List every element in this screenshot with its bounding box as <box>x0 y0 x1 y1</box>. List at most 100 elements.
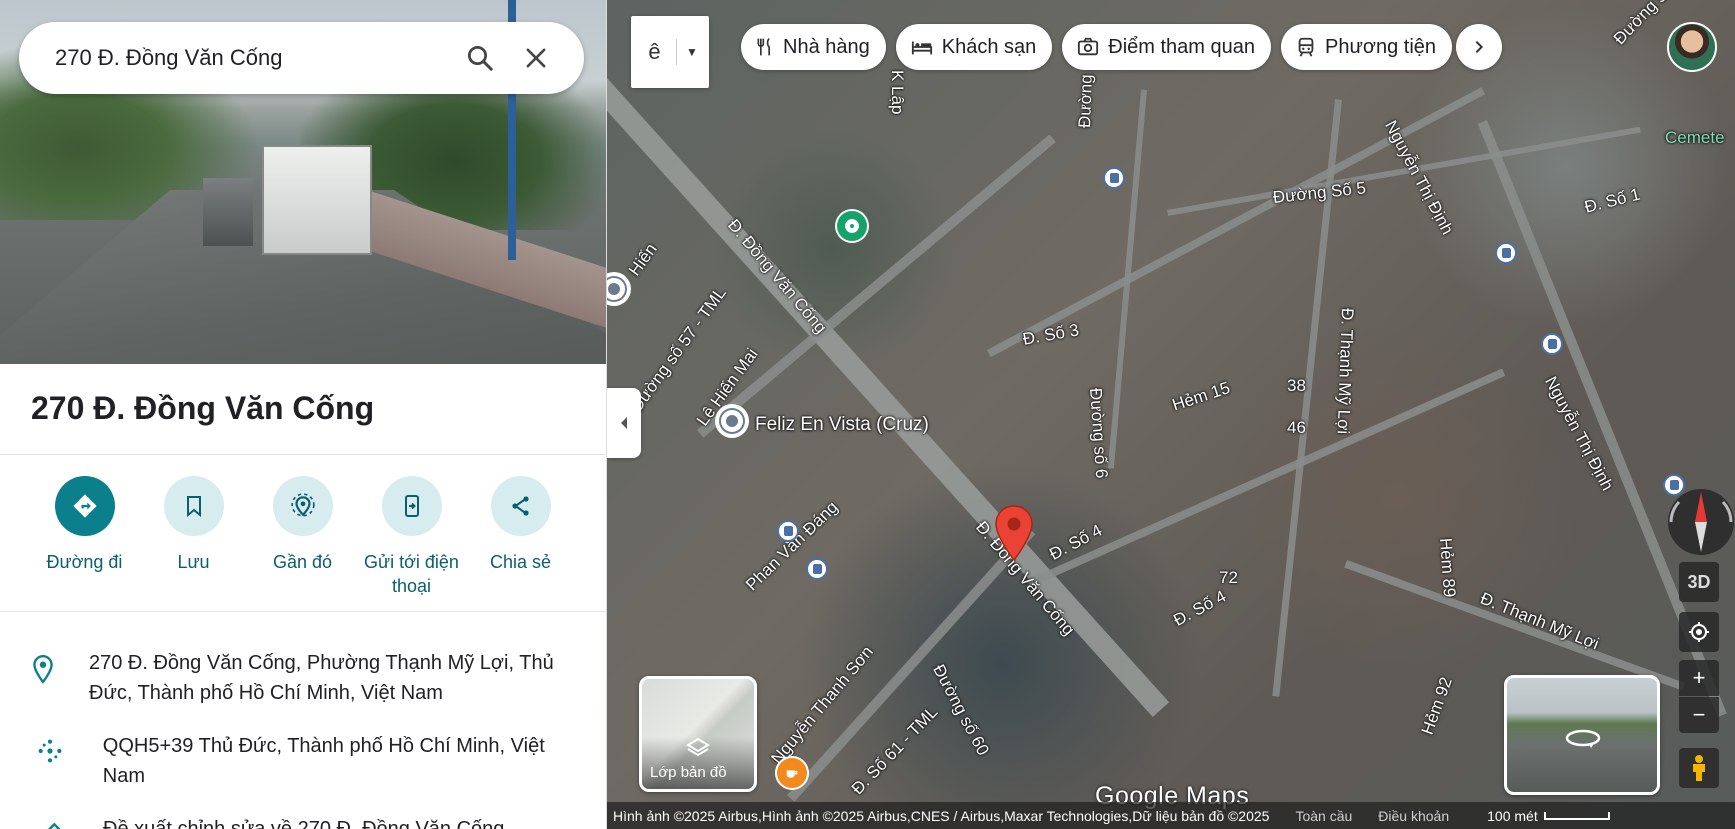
camera-icon <box>1078 37 1099 56</box>
input-tools-button[interactable]: ê ▼ <box>631 16 709 88</box>
road-label: Đ. Số 3 <box>1021 320 1081 349</box>
road-label: Đường Số 5 <box>1271 178 1367 207</box>
selected-place-pin-icon[interactable] <box>994 505 1034 561</box>
road-thanh-my-loi <box>1344 560 1686 691</box>
nearby-icon <box>290 493 315 517</box>
compass-icon[interactable] <box>1665 480 1735 560</box>
action-buttons: Đường đi Lưu Gần đó Gửi tới điện thoại C… <box>30 476 590 598</box>
send-to-phone-button[interactable]: Gửi tới điện thoại <box>357 476 466 598</box>
divider <box>0 611 606 612</box>
bus-stop-icon[interactable] <box>1103 167 1125 189</box>
road-label: 38 <box>1287 376 1306 395</box>
road-label: Đường số 6 <box>1086 387 1112 479</box>
pegman-icon <box>1693 755 1705 781</box>
chevron-left-icon <box>621 417 627 429</box>
street-view-thumbnail[interactable] <box>1504 675 1660 795</box>
satellite-map[interactable]: Đ. Đồng Văn Cống Đ. Đồng Văn Cống Nguyễn… <box>607 0 1735 829</box>
place-panel: 270 Đ. Đồng Văn Cống Đường đi Lưu <box>0 0 607 829</box>
road-duong-so-3 <box>1107 89 1147 469</box>
bookmark-icon <box>186 496 201 518</box>
map-layers-button[interactable]: Lớp bản đồ <box>639 676 757 792</box>
road-label: Đ. Đồng Văn Cống <box>724 215 831 338</box>
nearby-button[interactable]: Gần đó <box>248 476 357 598</box>
hotel-icon <box>911 41 932 55</box>
save-button[interactable]: Lưu <box>139 476 248 598</box>
share-icon <box>511 496 529 516</box>
road-label: Nguyễn Thanh Sơn <box>767 642 877 768</box>
search-input[interactable] <box>55 45 452 71</box>
chip-hotels[interactable]: Khách sạn <box>895 24 1053 70</box>
cafe-poi-marker[interactable] <box>775 756 809 790</box>
road-label: 46 <box>1287 418 1306 437</box>
attribution-text: Hình ảnh ©2025 Airbus,Hình ảnh ©2025 Air… <box>613 807 1270 824</box>
road-label: Hẻm 89 <box>1436 537 1460 599</box>
avatar[interactable] <box>1667 22 1717 72</box>
chip-restaurants[interactable]: Nhà hàng <box>741 24 886 70</box>
road-label: Đ. Thạnh Mỹ Lợi <box>1333 307 1357 435</box>
google-maps-app: 270 Đ. Đồng Văn Cống Đường đi Lưu <box>0 0 1735 829</box>
chip-attractions[interactable]: Điểm tham quan <box>1062 24 1272 70</box>
chevron-down-icon: ▼ <box>686 45 698 59</box>
coffee-icon <box>786 770 798 778</box>
page-title: 270 Đ. Đồng Văn Cống <box>31 390 375 426</box>
road-label: Phan Văn Đáng <box>742 497 842 595</box>
suggest-edit-text: Đề xuất chỉnh sửa về 270 Đ. Đồng Văn Cốn… <box>103 818 505 829</box>
search-box <box>19 22 584 94</box>
my-location-button[interactable] <box>1679 612 1719 652</box>
road-label: Hiến <box>624 239 661 280</box>
terms-link[interactable]: Điều khoản <box>1378 808 1449 824</box>
chip-transit[interactable]: Phương tiện <box>1281 24 1453 70</box>
road-label: Đ. Số 1 <box>1582 184 1643 217</box>
send-to-phone-icon <box>404 495 419 517</box>
chevron-right-icon <box>1475 40 1484 54</box>
zoom-in-button[interactable]: + <box>1679 660 1719 696</box>
directions-icon <box>72 494 97 518</box>
search-icon <box>468 46 493 71</box>
category-chips: Nhà hàng Khách sạn Điểm tham quan Phương… <box>741 24 1503 70</box>
road-label: Nguyễn Thị Định <box>1381 117 1458 238</box>
zoom-out-button[interactable]: − <box>1679 697 1719 733</box>
road-label: K Lập <box>888 70 907 115</box>
bus-stop-icon[interactable] <box>806 558 828 580</box>
layers-icon <box>686 737 710 757</box>
road-label: Cemete <box>1665 128 1725 147</box>
share-button[interactable]: Chia sẻ <box>466 476 575 598</box>
plus-code-text: QQH5+39 Thủ Đức, Thành phố Hồ Chí Minh, … <box>102 735 545 787</box>
road-label: Hẻm 15 <box>1169 378 1233 415</box>
map-footer: Hình ảnh ©2025 Airbus,Hình ảnh ©2025 Air… <box>607 802 1735 829</box>
poi-marker[interactable] <box>607 272 631 306</box>
bus-stop-icon[interactable] <box>1495 242 1517 264</box>
my-location-icon <box>1689 622 1709 642</box>
road-label: Đường số 60 <box>929 661 993 759</box>
edit-pencil-icon <box>47 822 61 829</box>
road-d-so-3 <box>987 87 1486 358</box>
plus-code-icon <box>38 739 62 763</box>
divider <box>0 454 606 455</box>
rotate-360-icon <box>1565 729 1601 748</box>
plus-code-row[interactable]: QQH5+39 Thủ Đức, Thành phố Hồ Chí Minh, … <box>30 731 590 791</box>
directions-button[interactable]: Đường đi <box>30 476 139 598</box>
road-label: 72 <box>1219 568 1238 587</box>
bus-stop-icon[interactable] <box>777 520 799 542</box>
toggle-3d-button[interactable]: 3D <box>1679 562 1719 602</box>
close-icon <box>526 48 546 68</box>
transit-icon <box>1298 37 1314 57</box>
chips-next-button[interactable] <box>1456 24 1503 70</box>
pegman-button[interactable] <box>1679 748 1719 788</box>
clear-search-button[interactable] <box>508 30 564 86</box>
poi-label[interactable]: Feliz En Vista (Cruz) <box>755 414 929 436</box>
bus-stop-icon[interactable] <box>1541 333 1563 355</box>
collapse-panel-button[interactable] <box>607 388 641 458</box>
park-poi-marker[interactable] <box>835 209 869 243</box>
road-label: Hẻm 92 <box>1417 674 1456 738</box>
search-button[interactable] <box>452 30 508 86</box>
address-row[interactable]: 270 Đ. Đồng Văn Cống, Phường Thạnh Mỹ Lợ… <box>30 648 590 708</box>
road-label: Đ. Số 4 <box>1170 586 1230 630</box>
suggest-edit-row[interactable]: Đề xuất chỉnh sửa về 270 Đ. Đồng Văn Cốn… <box>30 814 590 829</box>
location-pin-icon <box>33 654 53 684</box>
address-text: 270 Đ. Đồng Văn Cống, Phường Thạnh Mỹ Lợ… <box>89 652 554 704</box>
scale-bar[interactable]: 100 mét <box>1487 808 1610 824</box>
restaurant-icon <box>757 38 770 56</box>
poi-marker-feliz[interactable] <box>715 404 749 438</box>
global-link[interactable]: Toàn cầu <box>1295 808 1352 824</box>
